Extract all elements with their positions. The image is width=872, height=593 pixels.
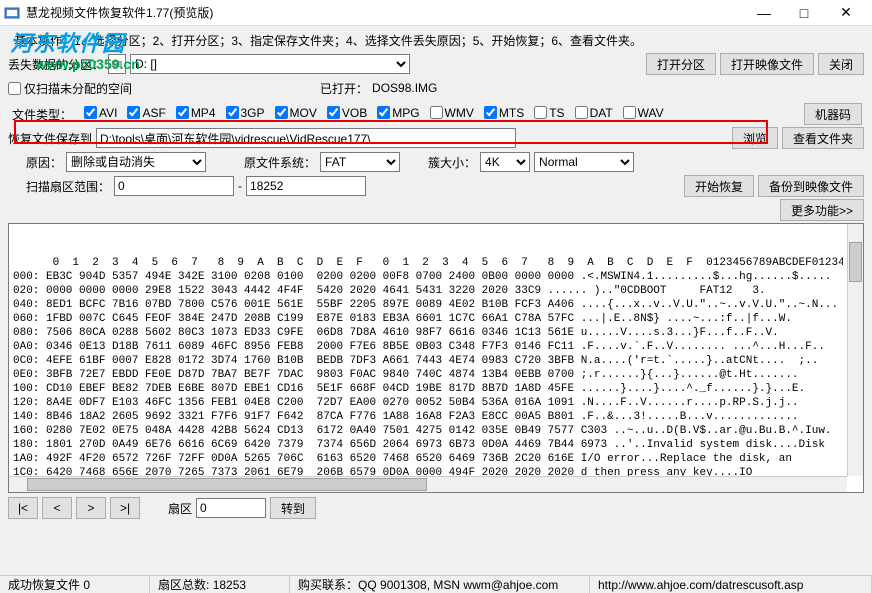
horizontal-scrollbar[interactable] (9, 476, 847, 492)
vertical-scrollbar[interactable] (847, 224, 863, 476)
filetype-mp4-label: MP4 (191, 106, 216, 120)
drive-dropdown[interactable]: D: [] (130, 54, 410, 74)
start-recover-button[interactable]: 开始恢复 (684, 175, 754, 197)
view-folder-button[interactable]: 查看文件夹 (782, 127, 864, 149)
backup-image-button[interactable]: 备份到映像文件 (758, 175, 864, 197)
filetype-list: AVI ASF MP4 3GP MOV VOB MPG WMV MTS TS DAT WAV (84, 106, 674, 123)
drive-selector[interactable] (108, 54, 126, 74)
filetype-wav-checkbox[interactable] (623, 106, 636, 119)
app-icon (4, 5, 20, 21)
filetype-dat-label: DAT (590, 106, 613, 120)
cause-label: 原因： (26, 154, 62, 171)
hex-row: 0A0: 0346 0E13 D18B 7611 6089 46FC 8956 … (13, 340, 843, 354)
range-to-input[interactable] (246, 176, 366, 196)
saveto-input[interactable] (96, 128, 516, 148)
hex-row: 0E0: 3BFB 72E7 EBDD FE0E D87D 7BA7 BE7F … (13, 368, 843, 382)
hex-row: 180: 1801 270D 0A49 6E76 6616 6C69 6420 … (13, 438, 843, 452)
filetype-label: 文件类型： (12, 106, 72, 123)
status-contact-label: 购买联系： (298, 576, 358, 593)
filetype-vob-checkbox[interactable] (327, 106, 340, 119)
mode-select[interactable]: Normal (534, 152, 634, 172)
status-sectors-label: 扇区总数: (158, 576, 209, 593)
fs-select[interactable]: FAT (320, 152, 400, 172)
hex-row: 020: 0000 0000 0000 29E8 1522 3043 4442 … (13, 284, 843, 298)
first-sector-button[interactable]: |< (8, 497, 38, 519)
hex-header: 0 1 2 3 4 5 6 7 8 9 A B C D E F 0 1 2 3 … (13, 256, 843, 270)
filetype-mp4-checkbox[interactable] (176, 106, 189, 119)
filetype-ts-label: TS (549, 106, 564, 120)
opened-label: 已打开： (320, 80, 368, 97)
sector-label: 扇区 (168, 500, 192, 517)
scan-unalloc-label: 仅扫描未分配的空间 (24, 80, 132, 97)
hex-row: 160: 0280 7E02 0E75 048A 4428 42B8 5624 … (13, 424, 843, 438)
open-image-button[interactable]: 打开映像文件 (720, 53, 814, 75)
status-recovered-value: 0 (83, 578, 90, 592)
statusbar: 成功恢复文件 0 扇区总数: 18253 购买联系：QQ 9001308, MS… (0, 575, 872, 593)
cluster-select[interactable]: 4K (480, 152, 530, 172)
hex-row: 060: 1FBD 007C C645 FEOF 384E 247D 208B … (13, 312, 843, 326)
filetype-vob-label: VOB (342, 106, 367, 120)
hex-row: 120: 8A4E 0DF7 E103 46FC 1356 FEB1 04E8 … (13, 396, 843, 410)
filetype-asf-label: ASF (142, 106, 165, 120)
maximize-button[interactable]: □ (784, 1, 824, 25)
hex-viewer: 0 1 2 3 4 5 6 7 8 9 A B C D E F 0 1 2 3 … (8, 223, 864, 493)
filetype-mov-checkbox[interactable] (275, 106, 288, 119)
partition-label: 丢失数据的分区： (8, 56, 104, 73)
hex-row: 140: 8B46 18A2 2605 9692 3321 F7F6 91F7 … (13, 410, 843, 424)
hex-row: 1A0: 492F 4F20 6572 726F 72FF 0D0A 5265 … (13, 452, 843, 466)
filetype-ts-checkbox[interactable] (534, 106, 547, 119)
range-dash: - (238, 179, 242, 193)
titlebar: 慧龙视频文件恢复软件1.77(预览版) — □ ✕ (0, 0, 872, 26)
status-recovered-label: 成功恢复文件 (8, 576, 80, 593)
more-button[interactable]: 更多功能>> (780, 199, 864, 221)
hex-row: 000: EB3C 904D 5357 494E 342E 3100 0208 … (13, 270, 843, 284)
close-partition-button[interactable]: 关闭 (818, 53, 864, 75)
hex-row: 080: 7506 80CA 0288 5602 80C3 1073 ED33 … (13, 326, 843, 340)
hex-row: 0C0: 4EFE 61BF 0007 E828 0172 3D74 1760 … (13, 354, 843, 368)
prev-sector-button[interactable]: < (42, 497, 72, 519)
saveto-label: 恢复文件保存到 (8, 130, 92, 147)
filetype-dat-checkbox[interactable] (575, 106, 588, 119)
opened-file: DOS98.IMG (372, 81, 437, 95)
filetype-wmv-label: WMV (445, 106, 474, 120)
filetype-mpg-checkbox[interactable] (377, 106, 390, 119)
filetype-mts-label: MTS (499, 106, 524, 120)
filetype-3gp-checkbox[interactable] (226, 106, 239, 119)
goto-button[interactable]: 转到 (270, 497, 316, 519)
cause-select[interactable]: 删除或自动消失 (66, 152, 206, 172)
open-partition-button[interactable]: 打开分区 (646, 53, 716, 75)
hex-row: 100: CD10 EBEF BE82 7DEB E6BE 807D EBE1 … (13, 382, 843, 396)
sector-input[interactable] (196, 498, 266, 518)
drive-icon (112, 58, 122, 70)
filetype-avi-checkbox[interactable] (84, 106, 97, 119)
last-sector-button[interactable]: >| (110, 497, 140, 519)
status-contact-value: QQ 9001308, MSN wwm@ahjoe.com (358, 578, 558, 592)
range-label: 扫描扇区范围： (26, 178, 110, 195)
minimize-button[interactable]: — (744, 1, 784, 25)
close-button[interactable]: ✕ (824, 1, 868, 25)
scan-unalloc-checkbox[interactable] (8, 82, 21, 95)
hex-row: 040: 8ED1 BCFC 7B16 07BD 7800 C576 001E … (13, 298, 843, 312)
filetype-asf-checkbox[interactable] (127, 106, 140, 119)
filetype-mts-checkbox[interactable] (484, 106, 497, 119)
range-from-input[interactable] (114, 176, 234, 196)
machine-code-button[interactable]: 机器码 (804, 103, 862, 125)
window-title: 慧龙视频文件恢复软件1.77(预览版) (26, 4, 744, 21)
next-sector-button[interactable]: > (76, 497, 106, 519)
filetype-mov-label: MOV (290, 106, 317, 120)
filetype-avi-label: AVI (99, 106, 117, 120)
status-sectors-value: 18253 (213, 578, 246, 592)
browse-button[interactable]: 浏览 (732, 127, 778, 149)
cluster-label: 簇大小： (428, 154, 476, 171)
filetype-wav-label: WAV (638, 106, 664, 120)
filetype-3gp-label: 3GP (241, 106, 265, 120)
filetype-mpg-label: MPG (392, 106, 419, 120)
steps-text: 基本操作：1、选择分区；2、打开分区；3、指定保存文件夹；4、选择文件丢失原因；… (8, 30, 864, 51)
filetype-wmv-checkbox[interactable] (430, 106, 443, 119)
fs-label: 原文件系统： (244, 154, 316, 171)
status-url: http://www.ahjoe.com/datrescusoft.asp (598, 578, 803, 592)
